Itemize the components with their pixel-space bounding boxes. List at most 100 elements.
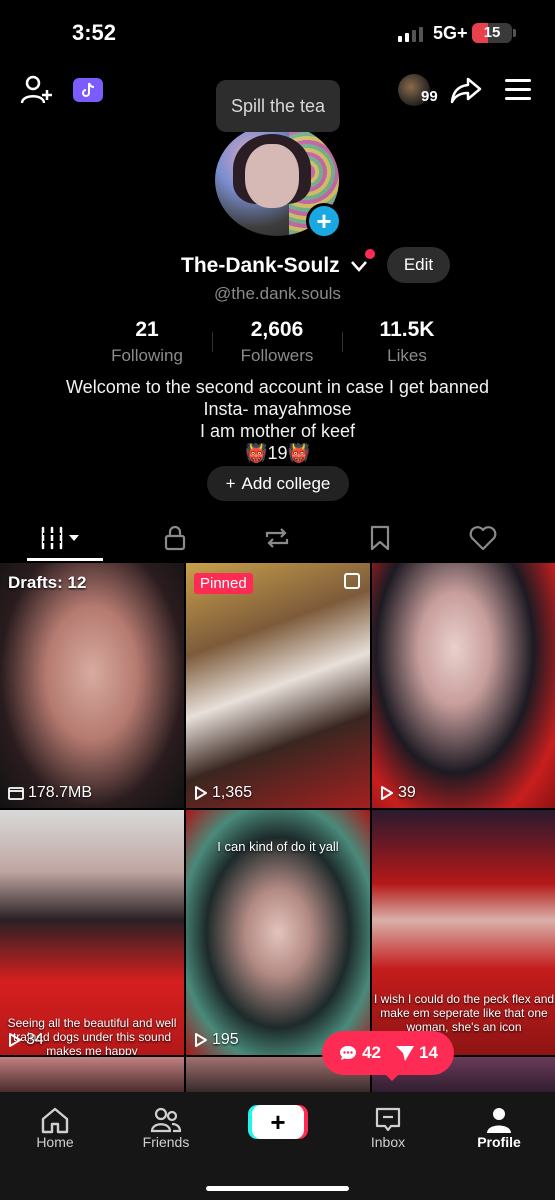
view-count: 195 xyxy=(194,1031,239,1049)
notification-tail xyxy=(384,1073,400,1081)
stat-label: Likes xyxy=(387,346,427,365)
bottom-nav: Home Friends + Inbox Profile xyxy=(0,1092,555,1200)
plus-icon: + xyxy=(225,473,236,493)
add-college-button[interactable]: + Add college xyxy=(207,466,349,501)
video-tile[interactable]: I wish I could do the peck flex and make… xyxy=(372,810,555,1055)
bio-line: Welcome to the second account in case I … xyxy=(66,377,489,397)
battery-icon: 15 xyxy=(472,23,512,43)
video-tile[interactable]: Seeing all the beautiful and well traine… xyxy=(0,810,184,1055)
video-tile[interactable]: I can kind of do it yall 195 xyxy=(186,810,370,1055)
stat-value: 2,606 xyxy=(250,318,304,341)
stat-value: 21 xyxy=(135,318,159,341)
notification-dot xyxy=(365,249,375,259)
profile-handle: @the.dank.souls xyxy=(214,284,341,303)
view-count-value: 34 xyxy=(26,1031,44,1048)
menu-icon[interactable] xyxy=(505,79,531,101)
play-icon xyxy=(195,1033,207,1047)
mentions-count: 14 xyxy=(395,1043,438,1063)
stat-likes[interactable]: 11.5K Likes xyxy=(352,318,462,366)
view-count-value: 39 xyxy=(398,784,416,801)
battery-level: 15 xyxy=(483,24,501,41)
comments-count: 42 xyxy=(338,1043,381,1063)
activity-notification[interactable]: 42 14 xyxy=(322,1031,454,1075)
tiktok-studio-icon[interactable] xyxy=(73,78,103,102)
inbox-icon xyxy=(375,1107,401,1132)
video-caption: I can kind of do it yall xyxy=(217,839,339,854)
status-bar: 3:52 5G+ 15 xyxy=(0,0,555,64)
folder-icon xyxy=(8,787,24,800)
view-count-value: 1,365 xyxy=(212,784,253,801)
lock-icon xyxy=(164,525,186,551)
edit-profile-button[interactable]: Edit xyxy=(387,247,450,283)
stat-following[interactable]: 21 Following xyxy=(92,318,202,366)
friends-icon xyxy=(150,1107,182,1133)
comment-icon xyxy=(340,1046,357,1060)
tab-videos[interactable] xyxy=(30,518,100,558)
video-tile[interactable]: Pinned 1,365 xyxy=(186,563,370,808)
stat-divider xyxy=(212,332,213,352)
video-tile[interactable]: 39 xyxy=(372,563,555,808)
share-icon[interactable] xyxy=(450,76,482,104)
battery-tip xyxy=(513,29,516,37)
add-friend-icon[interactable] xyxy=(20,74,54,106)
nav-profile-label: Profile xyxy=(477,1134,521,1150)
drafts-tile[interactable]: Drafts: 12 178.7MB xyxy=(0,563,184,808)
home-icon xyxy=(41,1107,69,1134)
create-button[interactable]: + xyxy=(252,1105,304,1139)
signal-icon xyxy=(398,26,423,42)
status-time: 3:52 xyxy=(72,20,117,45)
bookmark-icon xyxy=(370,525,390,551)
home-indicator xyxy=(206,1186,349,1191)
add-college-label: Add college xyxy=(241,473,331,493)
add-story-icon[interactable]: + xyxy=(306,203,342,239)
drafts-size: 178.7MB xyxy=(8,784,92,802)
tab-saved[interactable] xyxy=(345,518,415,558)
profile-name[interactable]: The-Dank-Soulz xyxy=(181,254,340,278)
drafts-label: Drafts: 12 xyxy=(8,573,87,592)
tooltip: Spill the tea xyxy=(216,80,340,132)
network-label: 5G+ xyxy=(433,23,468,43)
stat-label: Followers xyxy=(240,346,314,365)
nav-home-label: Home xyxy=(36,1134,74,1150)
drafts-size-value: 178.7MB xyxy=(28,784,93,801)
pinned-badge: Pinned xyxy=(194,573,253,594)
play-icon xyxy=(195,786,207,800)
view-count: 34 xyxy=(8,1031,44,1049)
bio-line: 👹19👹 xyxy=(245,443,310,463)
video-caption: I wish I could do the peck flex and make… xyxy=(373,992,555,1034)
bio-line: I am mother of keef xyxy=(199,421,356,441)
nav-home[interactable]: Home xyxy=(15,1092,95,1156)
repost-icon xyxy=(265,528,289,548)
nav-inbox[interactable]: Inbox xyxy=(348,1092,428,1156)
play-icon xyxy=(9,1033,21,1047)
tab-liked[interactable] xyxy=(448,518,518,558)
tab-reposts[interactable] xyxy=(242,518,312,558)
nav-profile[interactable]: Profile xyxy=(459,1092,539,1156)
stat-value: 11.5K xyxy=(379,318,435,341)
view-count-value: 195 xyxy=(212,1031,239,1048)
tab-private[interactable] xyxy=(140,518,210,558)
stat-followers[interactable]: 2,606 Followers xyxy=(222,318,332,366)
view-count: 1,365 xyxy=(194,784,252,802)
grid-dropdown-icon xyxy=(41,526,79,550)
mentions-value: 14 xyxy=(419,1043,438,1062)
story-count: 99 xyxy=(421,88,438,105)
video-tile[interactable] xyxy=(0,1057,184,1097)
profile-icon xyxy=(487,1108,511,1133)
active-tab-indicator xyxy=(27,558,103,561)
profile-tabs xyxy=(0,518,555,562)
stat-label: Following xyxy=(111,346,183,365)
view-count: 39 xyxy=(380,784,416,802)
profile-bio: Welcome to the second account in case I … xyxy=(0,376,555,464)
nav-friends-label: Friends xyxy=(142,1134,190,1150)
plus-icon: + xyxy=(270,1106,286,1137)
heart-icon xyxy=(469,526,497,551)
nav-inbox-label: Inbox xyxy=(370,1134,406,1150)
bio-line: Insta- mayahmose xyxy=(203,399,352,419)
multi-photo-icon xyxy=(344,573,360,589)
chevron-down-icon[interactable] xyxy=(349,258,369,274)
comments-value: 42 xyxy=(362,1043,381,1062)
stat-divider xyxy=(342,332,343,352)
nav-friends[interactable]: Friends xyxy=(126,1092,206,1156)
send-icon xyxy=(396,1046,414,1061)
